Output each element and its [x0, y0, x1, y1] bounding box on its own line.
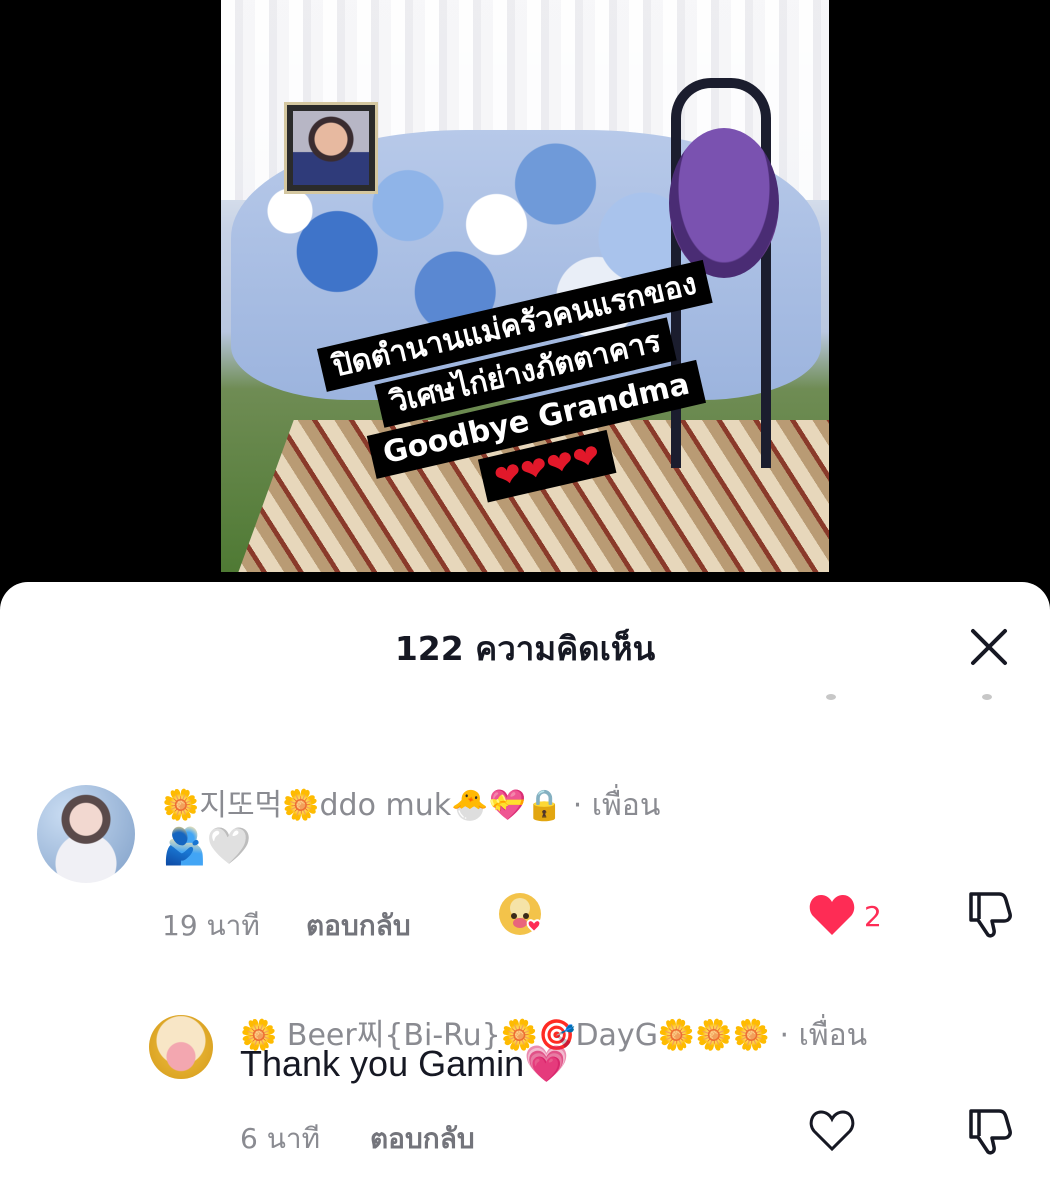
user-avatar[interactable]	[37, 785, 135, 883]
comment-time: 6 นาที	[240, 1122, 321, 1155]
dislike-button[interactable]	[965, 888, 1015, 938]
friend-label: · เพื่อน	[572, 788, 661, 823]
comment-username[interactable]: 🌼지또먹🌼ddo muk🐣💝🔒 · เพื่อน	[162, 780, 660, 829]
memorial-portrait	[284, 102, 378, 194]
like-count: 2	[864, 900, 882, 933]
username-text: 🌼지또먹🌼ddo muk🐣💝🔒	[162, 788, 564, 823]
user-avatar[interactable]	[149, 1015, 213, 1079]
thumbs-down-icon	[969, 892, 1012, 938]
creator-liked-avatar-icon	[498, 892, 546, 940]
scroll-hint-dot	[826, 694, 836, 700]
comments-sheet: 122 ความคิดเห็น 🌼지또먹🌼ddo muk🐣💝🔒 · เพื่อน…	[0, 582, 1050, 1200]
comments-title: 122 ความคิดเห็น	[394, 629, 656, 668]
close-icon	[971, 629, 1007, 665]
scroll-hint-dot	[982, 694, 992, 700]
comment-time: 19 นาที	[162, 909, 260, 942]
heart-filled-icon	[809, 895, 855, 935]
like-button[interactable]	[808, 893, 856, 937]
like-button[interactable]	[808, 1109, 856, 1153]
dislike-button[interactable]	[965, 1105, 1015, 1155]
reply-button[interactable]: ตอบกลับ	[370, 1117, 475, 1161]
heart-outline-icon	[809, 1110, 855, 1152]
comment-text: Thank you Gamin💗	[240, 1043, 569, 1084]
friend-label: · เพื่อน	[779, 1018, 868, 1053]
close-button[interactable]	[968, 626, 1010, 668]
thumbs-down-icon	[969, 1109, 1012, 1155]
reply-button[interactable]: ตอบกลับ	[306, 904, 411, 948]
comment-text: 🫂🤍	[162, 826, 252, 867]
video-player[interactable]: ปิดตำนานแม่ครัวคนแรกของ วิเศษไก่ย่างภัตต…	[221, 0, 829, 572]
